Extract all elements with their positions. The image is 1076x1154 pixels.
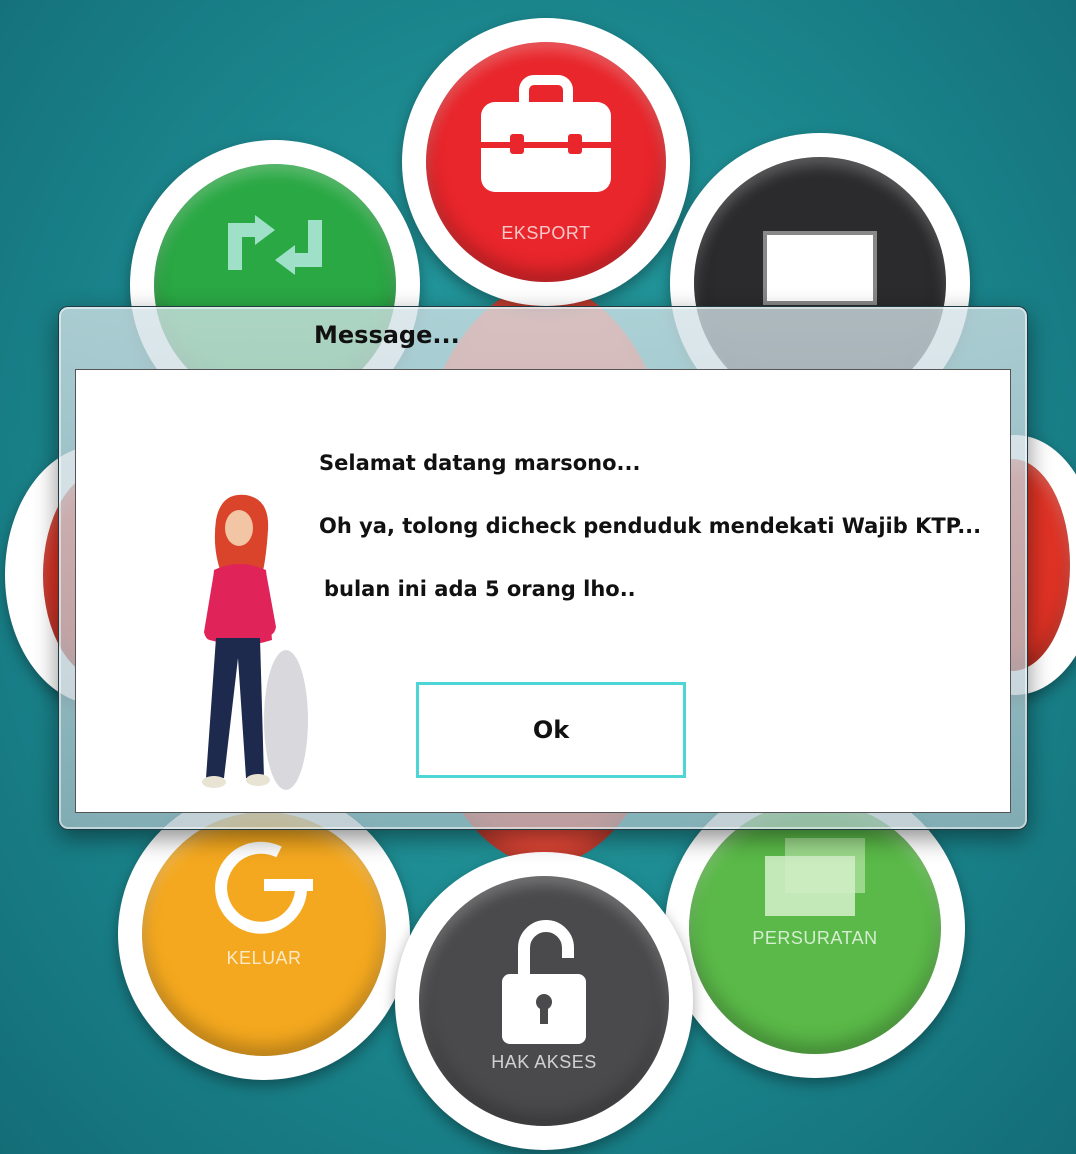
ktp-reminder-message: Oh ya, tolong dicheck penduduk mendekati… xyxy=(319,514,982,538)
persuratan-label: PERSURATAN xyxy=(752,928,878,948)
woman-avatar xyxy=(202,494,308,790)
dialog-title: Message... xyxy=(314,321,460,349)
power-icon xyxy=(215,841,313,934)
keluar-label: KELUAR xyxy=(226,948,302,968)
dialog-body: Selamat datang marsono... Oh ya, tolong … xyxy=(75,369,1011,813)
keluar-button[interactable]: KELUAR xyxy=(118,788,410,1080)
briefcase-icon xyxy=(481,75,611,192)
eksport-button[interactable]: EKSPORT xyxy=(402,18,690,306)
hak-akses-label: HAK AKSES xyxy=(491,1052,597,1072)
monitor-icon xyxy=(763,231,877,305)
eksport-label: EKSPORT xyxy=(501,223,591,243)
folder-icon xyxy=(765,838,865,916)
hak-akses-button[interactable]: HAK AKSES xyxy=(395,852,693,1150)
refresh-icon xyxy=(228,215,322,275)
welcome-message: Selamat datang marsono... xyxy=(319,451,641,475)
message-dialog: Message... Selamat datang marsono... Oh … xyxy=(58,306,1028,830)
unlock-icon xyxy=(502,920,586,1044)
count-message: bulan ini ada 5 orang lho.. xyxy=(324,577,636,601)
ok-button[interactable]: Ok xyxy=(416,682,686,778)
